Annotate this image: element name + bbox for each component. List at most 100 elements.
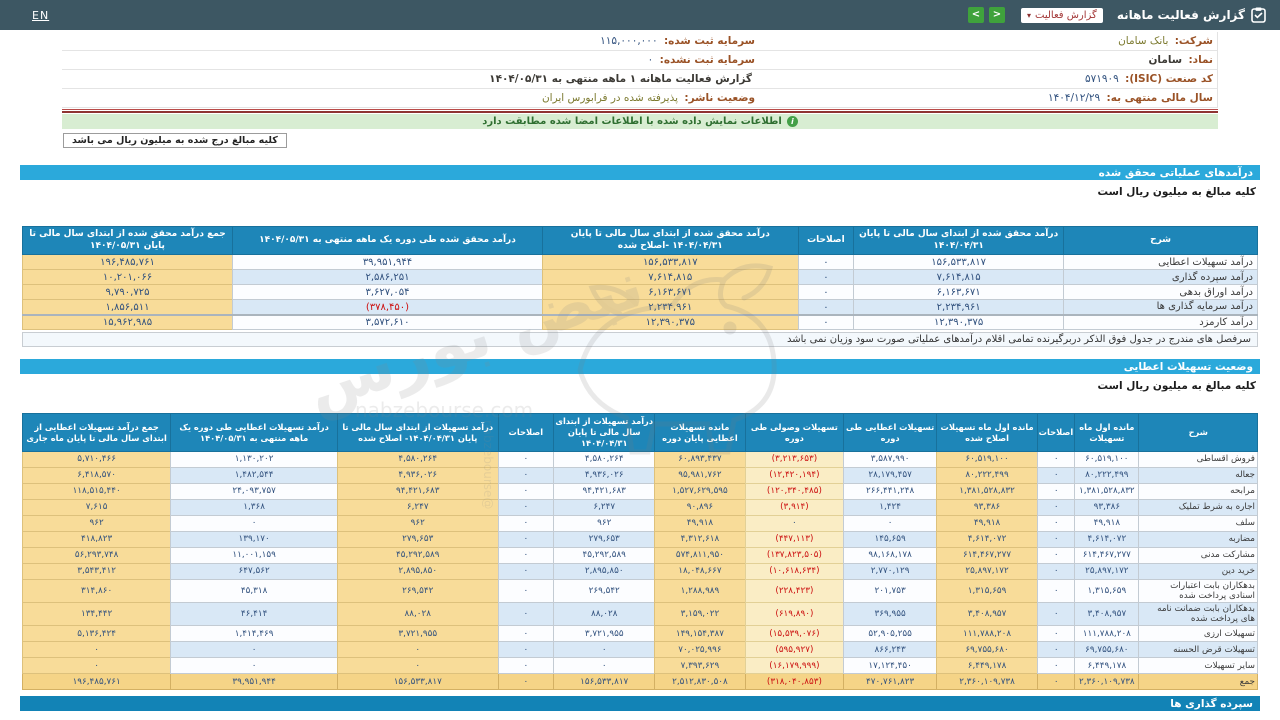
value-cell: ۰	[1037, 601, 1076, 627]
value-cell: ۲,۵۱۲,۸۳۰,۵۰۸	[654, 673, 746, 691]
value-cell: ۲۶۶,۴۴۱,۲۴۸	[843, 482, 937, 500]
value-cell: ۵۲,۹۰۵,۲۵۵	[843, 625, 937, 643]
value-cell: ۱,۲۸۸,۹۸۹	[654, 578, 746, 603]
value-cell: ۱۳۹,۱۷۰	[170, 530, 338, 548]
value-cell: ۰	[1037, 562, 1076, 580]
column-header: درآمد تسهیلات اعطایی طی دوره یک ماهه منت…	[170, 413, 338, 452]
value-cell: ۹۴,۴۲۱,۶۸۳	[553, 482, 656, 500]
table-row: درآمد سرمایه گذاری ها ۲,۲۳۴,۹۶۱ ۰ ۲,۲۳۴,۹۶۱…	[22, 299, 1258, 316]
company-value: بانک سامان	[1118, 35, 1169, 47]
value-cell: ۹۶۲	[553, 514, 656, 532]
value-cell: ۱۸,۰۴۸,۶۶۷	[654, 562, 746, 580]
value-cell: ۶۴۷,۵۶۲	[170, 562, 338, 580]
million-rial-note-box: کلیه مبالغ درج شده به میلیون ریال می باش…	[63, 133, 287, 148]
value-cell: ۱۳۴,۴۴۲	[21, 601, 172, 627]
row-label-cell: درآمد سپرده گذاری	[1063, 269, 1258, 286]
value-cell: ۰	[497, 482, 555, 500]
value-cell: ۰	[744, 514, 845, 532]
value-cell: ۰	[497, 562, 555, 580]
column-header: مانده اول ماه تسهیلات	[1074, 413, 1140, 452]
row-label-cell: فروش اقساطی	[1138, 450, 1258, 468]
english-language-link[interactable]: EN	[32, 9, 49, 22]
value-cell: ۴۷۰,۷۶۱,۸۲۳	[843, 673, 937, 691]
value-cell: ۲۷۹,۶۵۳	[336, 530, 499, 548]
column-header: درآمد تسهیلات از ابتدای سال مالی تا پایا…	[553, 413, 656, 452]
row-label-cell: درآمد کارمزد	[1063, 313, 1258, 331]
next-report-button[interactable]: >	[989, 7, 1005, 23]
value-cell: ۱۱,۰۰۱,۱۵۹	[170, 546, 338, 564]
value-cell: ۱۹۶,۴۸۵,۷۶۱	[21, 673, 172, 691]
signed-match-text: اطلاعات نمایش داده شده با اطلاعات امضا ش…	[482, 116, 782, 127]
value-cell: ۱,۱۳۰,۲۰۲	[170, 450, 338, 468]
value-cell: ۰	[797, 299, 855, 316]
value-cell: ۴۵,۲۹۲,۵۸۹	[336, 546, 499, 564]
value-cell: ۶۹,۷۵۵,۶۸۰	[935, 641, 1039, 659]
value-cell: ۱۵۶,۵۳۳,۸۱۷	[553, 673, 656, 691]
value-cell: ۱۱۸,۵۱۵,۴۴۰	[21, 482, 172, 500]
value-cell: ۳,۴۰۸,۹۵۷	[935, 601, 1039, 627]
registered-capital-value: ۱۱۵,۰۰۰,۰۰۰	[600, 35, 658, 47]
amounts-note: کلیه مبالغ به میلیون ریال است	[1097, 186, 1256, 198]
value-cell: ۱,۵۲۷,۶۲۹,۵۹۵	[654, 482, 746, 500]
value-cell: ۴,۵۸۰,۲۶۴	[336, 450, 499, 468]
value-cell: ۳,۱۵۹,۰۲۲	[654, 601, 746, 627]
value-cell: ۸۶۶,۲۴۳	[843, 641, 937, 659]
value-cell: ۴,۳۱۲,۶۱۸	[654, 530, 746, 548]
value-cell: ۳۱۴,۸۶۰	[21, 578, 172, 603]
value-cell: ۰	[1037, 482, 1076, 500]
value-cell: ۲,۳۶۰,۱۰۹,۷۳۸	[935, 673, 1039, 691]
value-cell: ۳,۷۲۱,۹۵۵	[336, 625, 499, 643]
column-header: جمع درآمد محقق شده از ابتدای سال مالی تا…	[22, 225, 233, 256]
value-cell: ۶۰,۵۱۹,۱۰۰	[1074, 450, 1140, 468]
row-label-cell: جمع	[1138, 673, 1258, 691]
fiscal-year-label: سال مالی منتهی به:	[1106, 92, 1214, 104]
value-cell: ۰	[1037, 498, 1076, 516]
value-cell: ۶,۲۴۷	[336, 498, 499, 516]
value-cell: ۰	[1037, 530, 1076, 548]
value-cell: ۸۰,۲۲۲,۴۹۹	[935, 466, 1039, 484]
value-cell: ۴۵,۳۱۸	[170, 578, 338, 603]
prev-report-button[interactable]: <	[968, 7, 984, 23]
issuer-status-field: وضعیت ناشر: پذیرفته شده در فرابورس ایران	[62, 92, 755, 104]
report-type-dropdown[interactable]: گزارش فعالیت ▾	[1021, 7, 1103, 23]
value-cell: ۴,۶۱۴,۰۷۲	[935, 530, 1039, 548]
value-cell: ۱۵,۹۶۲,۹۸۵	[22, 313, 233, 331]
value-cell: ۲,۲۳۴,۹۶۱	[853, 299, 1065, 316]
signed-match-notice: i اطلاعات نمایش داده شده با اطلاعات امضا…	[62, 114, 1218, 129]
value-cell: ۲,۷۷۰,۱۲۹	[843, 562, 937, 580]
clipboard-icon	[1251, 7, 1266, 23]
row-label-cell: تسهیلات ارزی	[1138, 625, 1258, 643]
value-cell: ۰	[1037, 514, 1076, 532]
value-cell: ۰	[1037, 578, 1076, 603]
facilities-status-table: شرح مانده اول ماه تسهیلات اصلاحات مانده اول…	[21, 413, 1258, 691]
column-header: اصلاحات	[1037, 413, 1076, 452]
report-period-value: گزارش فعالیت ماهانه ۱ ماهه منتهی به ۱۴۰۴…	[489, 73, 752, 85]
value-cell: ۰	[497, 625, 555, 643]
value-cell: ۱,۳۶۸	[170, 498, 338, 516]
row-label-cell: اجاره به شرط تملیک	[1138, 498, 1258, 516]
row-label-cell: مرابحه	[1138, 482, 1258, 500]
value-cell: ۱,۳۱۵,۶۵۹	[1074, 578, 1140, 603]
fiscal-year-value: ۱۴۰۴/۱۲/۲۹	[1047, 92, 1101, 104]
value-cell: ۹۳,۳۸۶	[935, 498, 1039, 516]
value-cell: (۴۴۷,۱۱۳)	[744, 530, 845, 548]
value-cell: ۴۶,۴۱۴	[170, 601, 338, 627]
value-cell: ۲,۸۹۵,۸۵۰	[336, 562, 499, 580]
value-cell: ۰	[497, 450, 555, 468]
table-row: جمع ۲,۳۶۰,۱۰۹,۷۳۸ ۰ ۲,۳۶۰,۱۰۹,۷۳۸ ۴۷۰,۷۶۱,۸۲…	[21, 673, 1258, 691]
value-cell: ۰	[797, 254, 855, 271]
value-cell: ۱۵۶,۵۳۳,۸۱۷	[336, 673, 499, 691]
value-cell: ۹۰,۸۹۶	[654, 498, 746, 516]
row-label-cell: مضاربه	[1138, 530, 1258, 548]
value-cell: ۱۹۶,۴۸۵,۷۶۱	[22, 254, 233, 271]
value-cell: ۴۵,۲۹۲,۵۸۹	[553, 546, 656, 564]
value-cell: ۰	[797, 313, 855, 331]
value-cell: ۷۰,۰۲۵,۹۹۶	[654, 641, 746, 659]
table-footnote: سرفصل های مندرج در جدول فوق الذکر دربرگی…	[22, 332, 1258, 348]
value-cell: ۴,۵۸۰,۲۶۴	[553, 450, 656, 468]
column-header: درآمد محقق شده از ابتدای سال مالی تا پای…	[541, 225, 799, 256]
table-row: سلف ۴۹,۹۱۸ ۰ ۴۹,۹۱۸ ۰ ۰ ۴۹,۹۱۸ ۹۶۲ ۰ ۹۶۲ ۰ ۹۶۲	[21, 514, 1258, 532]
row-label-cell: جعاله	[1138, 466, 1258, 484]
value-cell: ۷,۳۹۳,۶۲۹	[654, 657, 746, 675]
table-row: مضاربه ۴,۶۱۴,۰۷۲ ۰ ۴,۶۱۴,۰۷۲ ۱۴۵,۶۵۹ (۴۴۷,۱۱۳…	[21, 530, 1258, 548]
